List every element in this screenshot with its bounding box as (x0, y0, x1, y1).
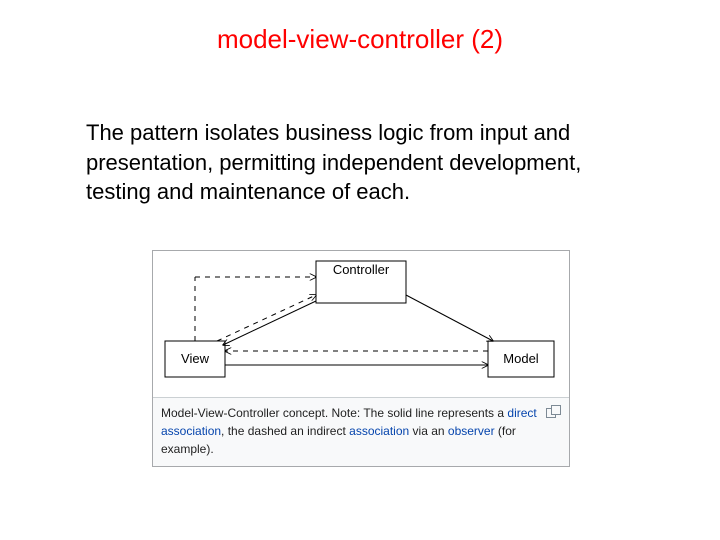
edge-controller-to-view (223, 301, 316, 345)
caption-link-direct[interactable]: direct (507, 406, 536, 420)
slide-title: model-view-controller (2) (0, 24, 720, 55)
view-label: View (181, 351, 210, 366)
body-paragraph: The pattern isolates business logic from… (86, 118, 626, 207)
caption-link-association-1[interactable]: association (161, 424, 221, 438)
figure-caption: Model-View-Controller concept. Note: The… (161, 404, 538, 458)
enlarge-icon[interactable] (546, 405, 561, 418)
edge-controller-to-model (406, 295, 493, 341)
caption-part: Model-View-Controller concept. Note: The… (161, 406, 507, 420)
edge-view-to-controller-diag (217, 295, 316, 341)
caption-part: , the dashed an indirect (221, 424, 349, 438)
caption-link-observer[interactable]: observer (448, 424, 495, 438)
mvc-figure: Controller View Model Model-View-Cont (152, 250, 570, 467)
figure-caption-row: Model-View-Controller concept. Note: The… (153, 397, 569, 466)
mvc-diagram: Controller View Model (153, 251, 569, 397)
caption-link-association-2[interactable]: association (349, 424, 409, 438)
caption-part: via an (409, 424, 448, 438)
model-label: Model (503, 351, 539, 366)
slide: model-view-controller (2) The pattern is… (0, 0, 720, 540)
controller-label: Controller (333, 262, 390, 277)
